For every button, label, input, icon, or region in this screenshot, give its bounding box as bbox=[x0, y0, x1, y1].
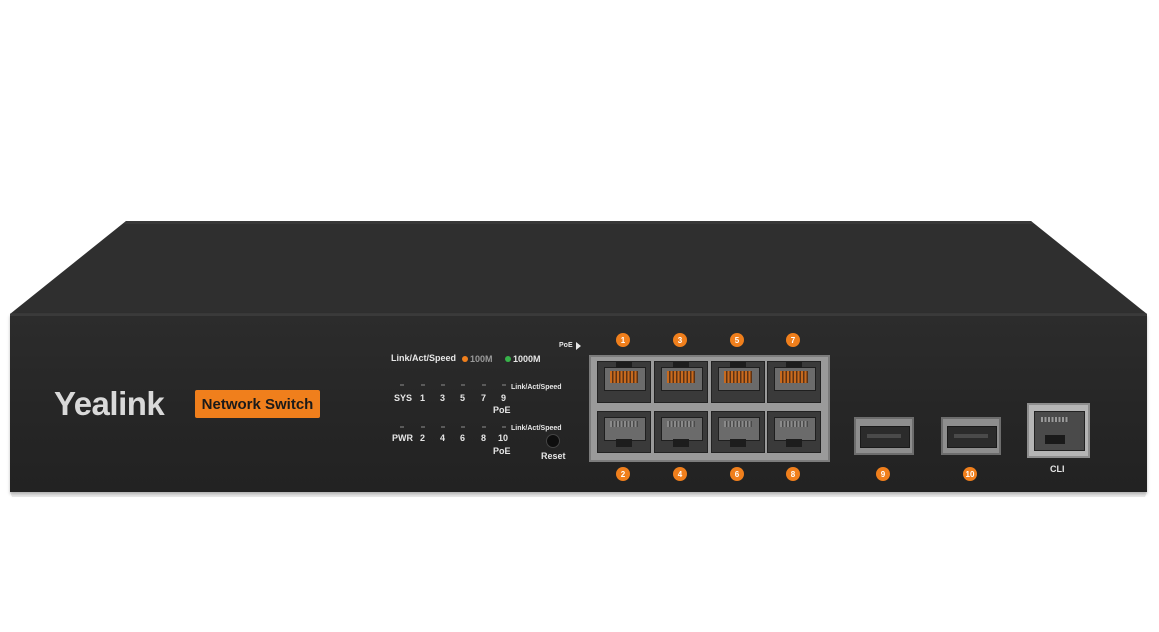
port-5-led bbox=[461, 384, 465, 386]
led-label: 10 bbox=[498, 433, 509, 443]
port-9-led bbox=[502, 384, 506, 386]
port-number-badge: 2 bbox=[616, 467, 630, 481]
sys-led bbox=[400, 384, 404, 386]
port-1-led bbox=[421, 384, 425, 386]
led-label: 9 bbox=[501, 393, 507, 403]
rj45-port-4[interactable] bbox=[654, 411, 708, 453]
port-7-led bbox=[482, 384, 486, 386]
legend-title: Link/Act/Speed bbox=[391, 353, 457, 363]
link-act-speed-label-top: Link/Act/Speed bbox=[511, 384, 562, 391]
port-10-led bbox=[502, 426, 506, 428]
orange-led-dot-icon bbox=[462, 356, 468, 362]
poe-label-top: PoE bbox=[493, 405, 511, 415]
switch-front-panel bbox=[10, 314, 1147, 492]
port-4-led bbox=[441, 426, 445, 428]
sfp-port-10[interactable] bbox=[941, 417, 1001, 455]
rj45-port-7[interactable] bbox=[767, 361, 821, 403]
pwr-led bbox=[400, 426, 404, 428]
led-label: 2 bbox=[420, 433, 426, 443]
poe-arrow-icon bbox=[576, 342, 581, 350]
led-label: 4 bbox=[440, 433, 446, 443]
rj45-port-5[interactable] bbox=[711, 361, 765, 403]
rj45-port-8[interactable] bbox=[767, 411, 821, 453]
brand-logo: Yealink bbox=[54, 385, 165, 422]
led-label: 5 bbox=[460, 393, 466, 403]
reset-label: Reset bbox=[541, 451, 566, 461]
port-number-badge: 1 bbox=[616, 333, 630, 347]
sys-label: SYS bbox=[394, 393, 413, 403]
rj45-port-2[interactable] bbox=[597, 411, 651, 453]
port-2-led bbox=[421, 426, 425, 428]
led-label: 6 bbox=[460, 433, 466, 443]
rj45-port-1[interactable] bbox=[597, 361, 651, 403]
reset-button[interactable] bbox=[546, 434, 560, 448]
port-number-badge: 4 bbox=[673, 467, 687, 481]
port-8-led bbox=[482, 426, 486, 428]
pwr-label: PWR bbox=[392, 433, 413, 443]
poe-label-bottom: PoE bbox=[493, 446, 511, 456]
port-number-badge: 5 bbox=[730, 333, 744, 347]
legend-100m: 100M bbox=[470, 354, 493, 364]
led-label: 3 bbox=[440, 393, 446, 403]
console-port[interactable] bbox=[1027, 403, 1090, 458]
port-6-led bbox=[461, 426, 465, 428]
port-number-badge: 3 bbox=[673, 333, 687, 347]
console-label: CLI bbox=[1050, 464, 1065, 474]
led-label: 1 bbox=[420, 393, 426, 403]
product-photo: Yealink Network Switch Link/Act/Speed 10… bbox=[0, 0, 1159, 632]
port-number-badge: 7 bbox=[786, 333, 800, 347]
green-led-dot-icon bbox=[505, 356, 511, 362]
link-act-speed-label-bottom: Link/Act/Speed bbox=[511, 425, 562, 432]
product-label-badge: Network Switch bbox=[195, 390, 320, 418]
poe-marker-label: PoE bbox=[559, 342, 573, 349]
sfp-port-9[interactable] bbox=[854, 417, 914, 455]
port-number-badge: 8 bbox=[786, 467, 800, 481]
port-number-badge: 9 bbox=[876, 467, 890, 481]
led-label: 7 bbox=[481, 393, 487, 403]
port-3-led bbox=[441, 384, 445, 386]
led-label: 8 bbox=[481, 433, 487, 443]
port-number-badge: 10 bbox=[963, 467, 977, 481]
rj45-port-3[interactable] bbox=[654, 361, 708, 403]
rj45-port-6[interactable] bbox=[711, 411, 765, 453]
port-number-badge: 6 bbox=[730, 467, 744, 481]
legend-1000m: 1000M bbox=[513, 354, 541, 364]
